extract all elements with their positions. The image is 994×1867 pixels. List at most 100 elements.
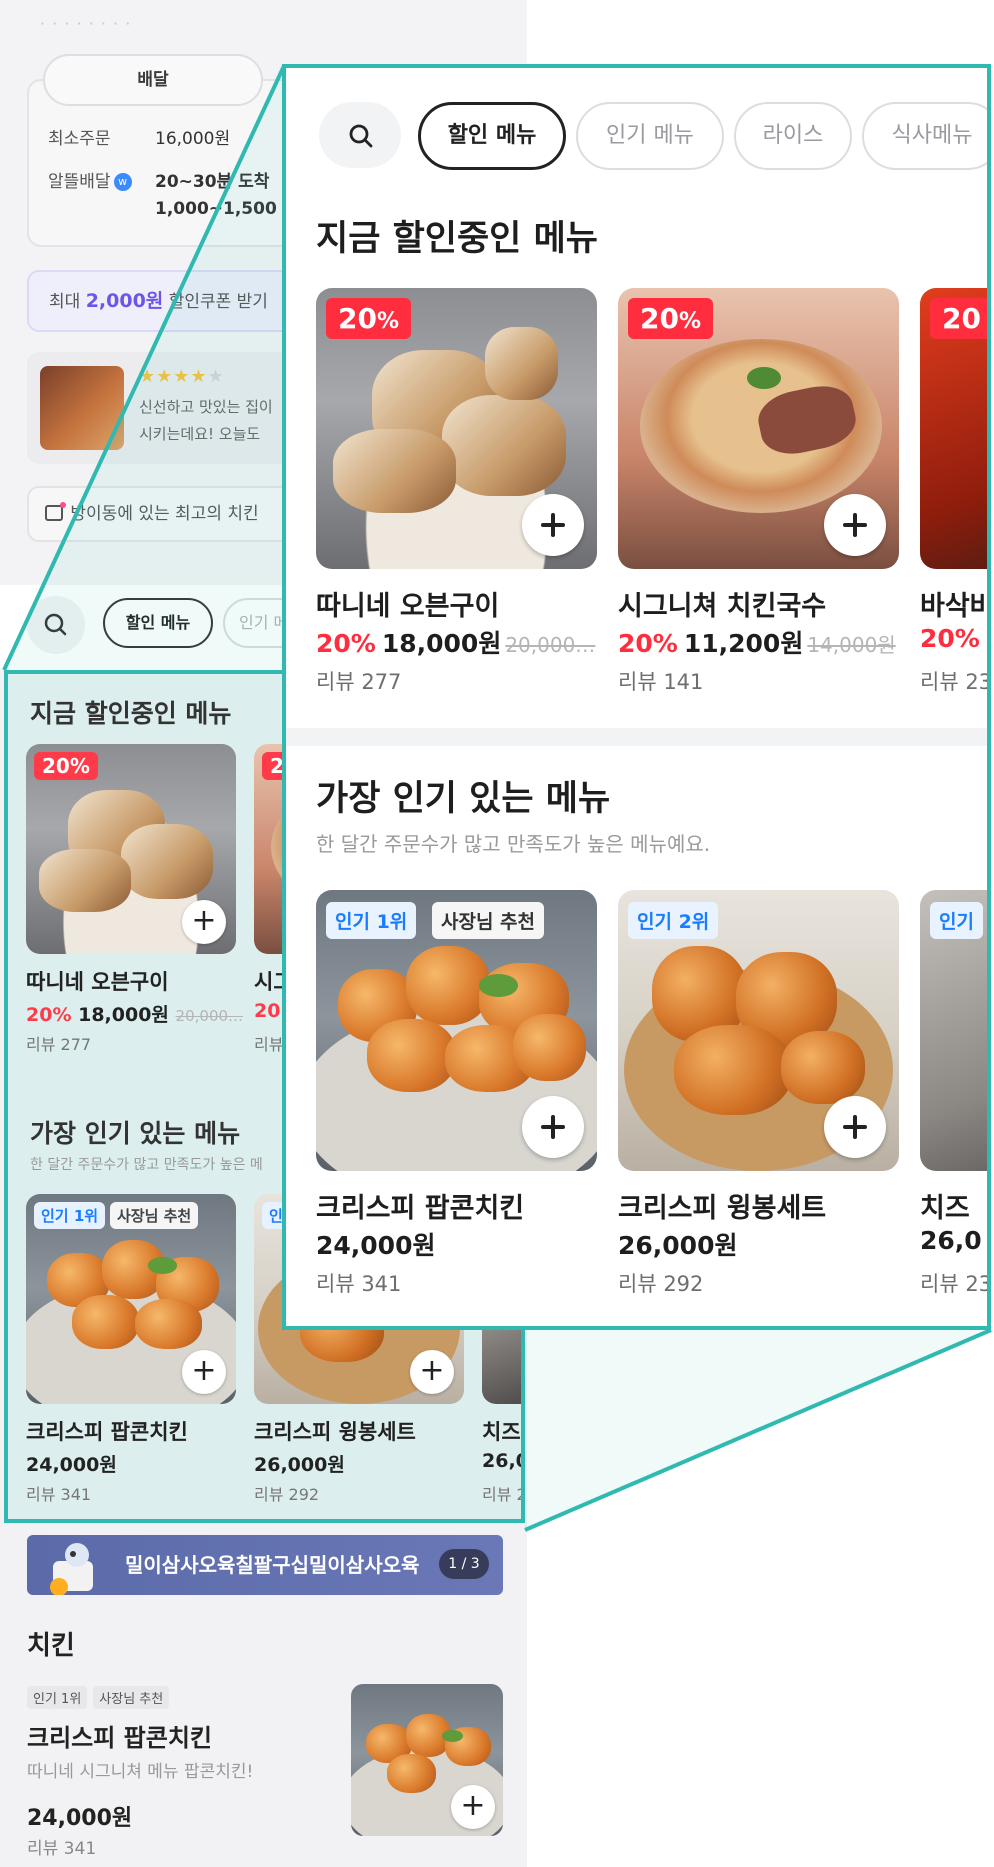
menu-title: 바삭바 bbox=[920, 591, 991, 622]
popular-section-title: 가장 인기 있는 메뉴 bbox=[30, 1119, 241, 1148]
banner-pager: 1 / 3 bbox=[439, 1549, 489, 1579]
saver-delivery-fee: 1,000~1,500 bbox=[155, 199, 277, 219]
menu-search-button[interactable] bbox=[27, 596, 85, 654]
menu-price: 26,0 bbox=[482, 1450, 525, 1472]
min-order-label: 최소주문 bbox=[48, 129, 111, 149]
discount-badge: 20 bbox=[930, 298, 987, 339]
add-button[interactable] bbox=[522, 1096, 584, 1158]
owner-pick-badge: 사장님 추천 bbox=[432, 902, 545, 939]
menu-review-count: 리뷰 341 bbox=[316, 1272, 402, 1296]
popular-section-subtitle: 한 달간 주문수가 많고 만족도가 높은 메 bbox=[30, 1157, 263, 1173]
rank-badge: 인기 bbox=[930, 902, 983, 939]
menu-card[interactable]: 20% + 따니네 오븐구이 20% 18,000원 20,000… 리뷰 27… bbox=[26, 744, 243, 1064]
discount-badge: 20% bbox=[326, 298, 412, 339]
menu-title: 크리스피 윙봉세트 bbox=[618, 1193, 827, 1224]
category-title: 치킨 bbox=[27, 1631, 75, 1661]
menu-price: 26,000원 bbox=[254, 1454, 345, 1476]
rank-badge: 인기 1위 bbox=[27, 1686, 88, 1709]
zoomed-menu-panel: 할인 메뉴 인기 메뉴 라이스 식사메뉴 지금 할인중인 메뉴 20% 따니네 … bbox=[282, 64, 991, 1330]
faded-header-text: · · · · · · · · bbox=[40, 14, 132, 33]
menu-price: 20% bbox=[920, 624, 980, 653]
tab-discount-menu[interactable]: 할인 메뉴 bbox=[103, 598, 213, 648]
menu-price: 26,0 bbox=[920, 1226, 982, 1255]
tab-meal-menu[interactable]: 식사메뉴 bbox=[862, 102, 987, 170]
menu-price: 20% 18,000원 20,000… bbox=[316, 629, 596, 658]
menu-title: 크리스피 팝콘치킨 bbox=[26, 1420, 188, 1444]
saver-delivery-time: 20~30분 도착 bbox=[155, 172, 270, 192]
discount-section-title: 지금 할인중인 메뉴 bbox=[316, 219, 598, 259]
list-item-badges: 인기 1위 사장님 추천 bbox=[27, 1686, 175, 1709]
menu-search-button[interactable] bbox=[319, 102, 401, 168]
tab-popular-menu[interactable]: 인기 메뉴 bbox=[576, 102, 724, 170]
rank-badge: 인기 1위 bbox=[34, 1202, 106, 1229]
menu-title: 크리스피 윙봉세트 bbox=[254, 1420, 416, 1444]
banner-text: 밀이삼사오육칠팔구십밀이삼사오육 bbox=[125, 1553, 420, 1577]
list-item-title[interactable]: 크리스피 팝콘치킨 bbox=[27, 1718, 212, 1753]
add-button[interactable]: + bbox=[410, 1350, 454, 1394]
menu-review-count: 리뷰 292 bbox=[618, 1272, 704, 1296]
search-icon bbox=[44, 613, 67, 636]
menu-card[interactable]: 20% 따니네 오븐구이 20% 18,000원 20,000… 리뷰 277 bbox=[316, 288, 597, 708]
popular-section-subtitle: 한 달간 주문수가 많고 만족도가 높은 메뉴예요. bbox=[316, 832, 711, 856]
rank-badge: 인기 2위 bbox=[628, 902, 719, 939]
menu-card[interactable]: 인기 1위 사장님 추천 + 크리스피 팝콘치킨 24,000원 리뷰 341 bbox=[26, 1194, 236, 1514]
section-divider bbox=[286, 728, 987, 746]
search-icon bbox=[349, 124, 373, 148]
add-button[interactable] bbox=[522, 494, 584, 556]
discount-badge: 20% bbox=[34, 752, 98, 780]
star-icon: ★★★★ bbox=[139, 366, 208, 387]
menu-card[interactable]: 20 바삭바 20% 리뷰 23 bbox=[920, 288, 991, 708]
menu-price: 20% 18,000원 20,000… bbox=[26, 1004, 244, 1026]
w-badge-icon: w bbox=[113, 173, 132, 191]
add-button[interactable]: + bbox=[182, 900, 226, 944]
menu-review-count: 리뷰 23 bbox=[920, 670, 991, 694]
menu-price: 24,000원 bbox=[26, 1454, 117, 1476]
tab-rice[interactable]: 라이스 bbox=[734, 102, 852, 170]
list-item-description: 따니네 시그니쳐 메뉴 팝콘치킨! bbox=[27, 1762, 254, 1782]
owner-pick-badge: 사장님 추천 bbox=[93, 1686, 170, 1709]
add-button[interactable]: + bbox=[451, 1785, 495, 1829]
menu-review-count: 리뷰 2 bbox=[482, 1485, 525, 1504]
menu-review-count: 리뷰 277 bbox=[316, 670, 402, 694]
menu-card[interactable]: 20% 시그니쳐 치킨국수 20% 11,200원 14,000원 리뷰 141 bbox=[618, 288, 899, 708]
list-item-price: 24,000원 bbox=[27, 1806, 133, 1831]
promo-banner[interactable]: 밀이삼사오육칠팔구십밀이삼사오육 1 / 3 bbox=[27, 1535, 503, 1595]
menu-review-count: 리뷰 141 bbox=[618, 670, 704, 694]
menu-price: 24,000원 bbox=[316, 1231, 436, 1260]
discount-section-title: 지금 할인중인 메뉴 bbox=[30, 699, 232, 728]
menu-title: 크리스피 팝콘치킨 bbox=[316, 1193, 525, 1224]
tab-discount-menu[interactable]: 할인 메뉴 bbox=[418, 102, 566, 170]
star-rating: ★★★★★ bbox=[139, 366, 225, 387]
menu-card[interactable]: 인기 2위 크리스피 윙봉세트 26,000원 리뷰 292 bbox=[618, 890, 899, 1310]
add-button[interactable] bbox=[824, 1096, 886, 1158]
mascot-illustration bbox=[50, 1543, 93, 1595]
chat-icon bbox=[45, 502, 66, 521]
menu-review-count: 리뷰 277 bbox=[26, 1035, 92, 1054]
menu-review-count: 리뷰 23 bbox=[920, 1272, 991, 1296]
menu-review-count: 리뷰 bbox=[254, 1035, 284, 1054]
star-empty-icon: ★ bbox=[207, 366, 225, 387]
menu-review-count: 리뷰 292 bbox=[254, 1485, 320, 1504]
owner-pick-badge: 사장님 추천 bbox=[110, 1202, 199, 1229]
popular-section-title: 가장 인기 있는 메뉴 bbox=[316, 779, 611, 819]
review-photo bbox=[40, 366, 124, 450]
menu-price: 20% 11,200원 14,000원 bbox=[618, 629, 896, 658]
menu-review-count: 리뷰 341 bbox=[26, 1485, 92, 1504]
rank-badge: 인기 1위 bbox=[326, 902, 417, 939]
menu-title: 치즈 bbox=[920, 1193, 970, 1224]
saver-delivery-label: 알뜰배달 w bbox=[48, 167, 132, 192]
list-item-review-count: 리뷰 341 bbox=[27, 1839, 97, 1859]
menu-title: 따니네 오븐구이 bbox=[26, 970, 169, 994]
menu-title: 따니네 오븐구이 bbox=[316, 591, 500, 622]
delivery-tab[interactable]: 배달 bbox=[43, 54, 263, 106]
menu-card[interactable]: 인기 1위 사장님 추천 크리스피 팝콘치킨 24,000원 리뷰 341 bbox=[316, 890, 597, 1310]
menu-price: 20 bbox=[254, 1000, 281, 1022]
menu-title: 치즈 bbox=[482, 1420, 521, 1444]
menu-card[interactable]: 인기 치즈 26,0 리뷰 23 bbox=[920, 890, 991, 1310]
menu-title: 시그니쳐 치킨국수 bbox=[618, 591, 827, 622]
min-order-value: 16,000원 bbox=[155, 129, 231, 149]
add-button[interactable]: + bbox=[182, 1350, 226, 1394]
discount-badge: 20% bbox=[628, 298, 714, 339]
add-button[interactable] bbox=[824, 494, 886, 556]
menu-price: 26,000원 bbox=[618, 1231, 738, 1260]
